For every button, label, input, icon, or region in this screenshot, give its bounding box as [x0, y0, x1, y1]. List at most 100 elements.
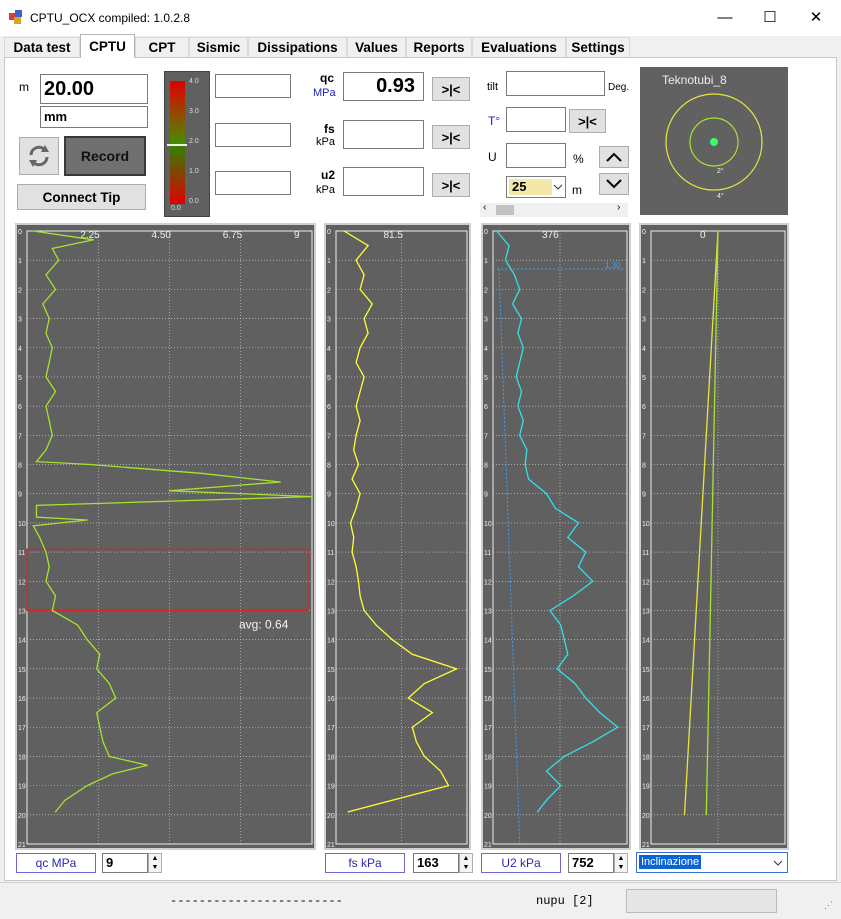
depth-tick-label: 13 [642, 608, 650, 615]
data-point [415, 741, 417, 743]
u2-scale-field[interactable]: 752 [568, 853, 614, 873]
depth-tick-label: 1 [642, 258, 646, 265]
depth-tick-label: 7 [642, 433, 646, 440]
fs-value [343, 120, 424, 149]
series-line-qc [32, 230, 313, 813]
depth-tick-label: 8 [18, 463, 22, 470]
depth-tick-label: 4 [18, 346, 22, 353]
depth-tick-label: 16 [327, 696, 335, 703]
gauge-left-value: 0.0 [171, 205, 181, 212]
tab-cpt[interactable]: CPT [135, 37, 189, 57]
data-point [54, 288, 57, 290]
scroll-left-icon[interactable]: ‹ [483, 202, 486, 213]
data-point [92, 239, 95, 241]
depth-tick-label: 12 [327, 579, 335, 586]
refresh-button[interactable] [19, 137, 59, 175]
step-unit: m [572, 183, 582, 197]
depth-tick-label: 14 [484, 638, 492, 645]
ring-label-2: 2° [717, 168, 724, 175]
step-select[interactable]: 25 [506, 176, 566, 198]
resize-grip-icon[interactable]: ⋰ [824, 900, 833, 911]
u2-value [343, 167, 424, 196]
series-line-u2 [496, 230, 619, 813]
progress-bar [626, 889, 777, 913]
ring-label-4: 4° [717, 193, 724, 200]
maximize-button[interactable]: ☐ [747, 0, 793, 34]
depth-tick-label: 3 [484, 317, 488, 324]
record-button[interactable]: Record [64, 136, 146, 176]
step-up-button[interactable] [599, 146, 629, 168]
depth-tick-label: 20 [642, 813, 650, 820]
step-down-button[interactable] [599, 173, 629, 195]
depth-tick-label: 11 [642, 550, 649, 557]
depth-tick-label: 2 [327, 287, 331, 294]
tab-cptu[interactable]: CPTU [80, 34, 135, 58]
data-point [574, 682, 576, 685]
tilt-label: tilt [487, 81, 498, 93]
depth-tick-label: 19 [484, 784, 492, 791]
chevron-down-icon [773, 860, 783, 866]
depth-tick-label: 9 [484, 492, 488, 499]
blank-field-1[interactable] [215, 74, 291, 98]
data-point [343, 230, 345, 232]
temp-zero-button[interactable]: >|< [569, 109, 606, 133]
u2-scale-spinner[interactable]: ▲ ▼ [614, 853, 628, 873]
data-point [355, 259, 357, 261]
tab-settings[interactable]: Settings [566, 37, 630, 57]
blank-field-2[interactable] [215, 123, 291, 147]
data-point [357, 580, 360, 582]
data-point [58, 259, 60, 261]
depth-tick-label: 15 [327, 667, 335, 674]
depth-field[interactable]: 20.00 [40, 74, 148, 104]
data-point [115, 697, 117, 699]
data-point [423, 682, 425, 685]
connect-tip-button[interactable]: Connect Tip [17, 184, 146, 210]
depth-tick-label: 11 [484, 550, 491, 557]
depth-tick-label: 9 [327, 492, 331, 499]
tab-reports[interactable]: Reports [406, 37, 472, 57]
fs-scale-spinner[interactable]: ▲ ▼ [459, 853, 473, 873]
minimize-button[interactable]: — [702, 0, 748, 34]
chart-type-select[interactable]: Inclinazione [636, 852, 788, 873]
data-point [45, 405, 47, 407]
data-point [35, 504, 38, 506]
data-point [431, 712, 433, 714]
depth-tick-label: 3 [327, 317, 331, 324]
data-point [556, 668, 558, 670]
depth-tick-label: 21 [18, 842, 26, 848]
data-point [526, 449, 528, 451]
close-button[interactable]: ✕ [793, 0, 839, 34]
blank-field-3[interactable] [215, 171, 291, 195]
depth-tick-label: 3 [18, 317, 22, 324]
unit-field[interactable]: mm [40, 106, 148, 128]
temp-label: T° [488, 114, 501, 128]
qc-unit: MPa [313, 87, 336, 99]
u2-zero-button[interactable]: >|< [432, 173, 470, 197]
scroll-right-icon[interactable]: › [617, 202, 620, 213]
tab-values[interactable]: Values [347, 37, 406, 57]
qc-scale-field[interactable]: 9 [102, 853, 148, 873]
depth-tick-label: 2 [18, 287, 22, 294]
chevron-up-icon [606, 152, 622, 162]
qc-zero-button[interactable]: >|< [432, 77, 470, 101]
depth-tick-label: 10 [484, 521, 492, 528]
temp-field [506, 107, 566, 132]
depth-tick-label: 21 [484, 842, 492, 848]
tab-data-test[interactable]: Data test [4, 37, 80, 57]
depth-tick-label: 21 [327, 842, 335, 848]
data-point [496, 230, 498, 232]
fs-scale-unit: fs kPa [325, 853, 405, 873]
scroll-thumb[interactable] [496, 205, 514, 215]
tab-dissipations[interactable]: Dissipations [248, 37, 347, 57]
fs-zero-button[interactable]: >|< [432, 125, 470, 149]
tab-evaluations[interactable]: Evaluations [472, 37, 566, 57]
data-point [355, 566, 357, 568]
data-point [51, 347, 53, 349]
fs-scale-field[interactable]: 163 [413, 853, 459, 873]
tab-sismic[interactable]: Sismic [189, 37, 248, 57]
data-point [705, 814, 707, 816]
depth-tick-label: 10 [642, 521, 650, 528]
gauge-bar [170, 81, 185, 204]
horizontal-scrollbar[interactable]: ‹ › [480, 202, 628, 217]
qc-scale-spinner[interactable]: ▲ ▼ [148, 853, 162, 873]
